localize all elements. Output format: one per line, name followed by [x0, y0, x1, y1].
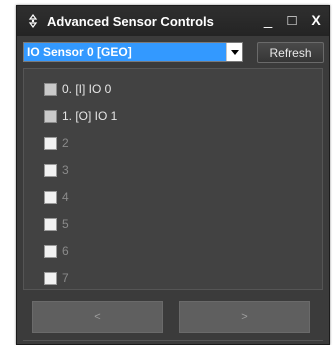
sensor-controls-window: Advanced Sensor Controls _ □ X IO Sensor… — [16, 5, 330, 345]
sensor-row[interactable]: 3 — [44, 160, 69, 180]
maximize-button[interactable]: □ — [285, 13, 299, 28]
sensor-checkbox[interactable] — [44, 163, 57, 177]
sensor-list-panel: 0. [I] IO 0 1. [O] IO 1 2 3 4 5 6 7 — [23, 68, 323, 290]
sensor-row[interactable]: 5 — [44, 214, 69, 234]
sensor-label: 3 — [62, 163, 69, 177]
sensor-label: 1. [O] IO 1 — [62, 109, 118, 123]
pagination-bar: < > — [23, 299, 323, 344]
next-page-button[interactable]: > — [179, 301, 310, 333]
close-button[interactable]: X — [309, 13, 323, 27]
sensor-checkbox[interactable] — [44, 109, 57, 123]
sensor-row[interactable]: 0. [I] IO 0 — [44, 79, 111, 99]
window-title: Advanced Sensor Controls — [47, 13, 214, 29]
chevron-down-icon[interactable] — [226, 43, 242, 61]
title-bar[interactable]: Advanced Sensor Controls _ □ X — [17, 6, 329, 36]
sensor-label: 0. [I] IO 0 — [62, 82, 112, 96]
sensor-checkbox[interactable] — [44, 244, 57, 258]
minimize-button[interactable]: _ — [261, 13, 275, 28]
sensor-checkbox[interactable] — [44, 217, 57, 231]
sensor-checkbox[interactable] — [44, 136, 57, 150]
divider — [23, 340, 323, 344]
sensor-row[interactable]: 1. [O] IO 1 — [44, 106, 117, 126]
sensor-label: 2 — [62, 136, 69, 150]
sensor-row[interactable]: 4 — [44, 187, 69, 207]
sensor-label: 6 — [62, 244, 69, 258]
refresh-button[interactable]: Refresh — [257, 42, 324, 63]
sensor-checkbox[interactable] — [44, 190, 57, 204]
sensor-select[interactable]: IO Sensor 0 [GEO] — [23, 42, 243, 62]
sensor-select-value: IO Sensor 0 [GEO] — [24, 43, 226, 61]
sensor-label: 5 — [62, 217, 69, 231]
compass-icon — [22, 10, 44, 32]
previous-page-button[interactable]: < — [32, 301, 163, 333]
sensor-row[interactable]: 2 — [44, 133, 69, 153]
sensor-checkbox[interactable] — [44, 82, 57, 96]
toolbar: IO Sensor 0 [GEO] Refresh — [17, 37, 329, 67]
sensor-row[interactable]: 7 — [44, 268, 69, 288]
sensor-row[interactable]: 6 — [44, 241, 69, 261]
sensor-label: 7 — [62, 271, 69, 285]
sensor-label: 4 — [62, 190, 69, 204]
sensor-checkbox[interactable] — [44, 271, 57, 285]
